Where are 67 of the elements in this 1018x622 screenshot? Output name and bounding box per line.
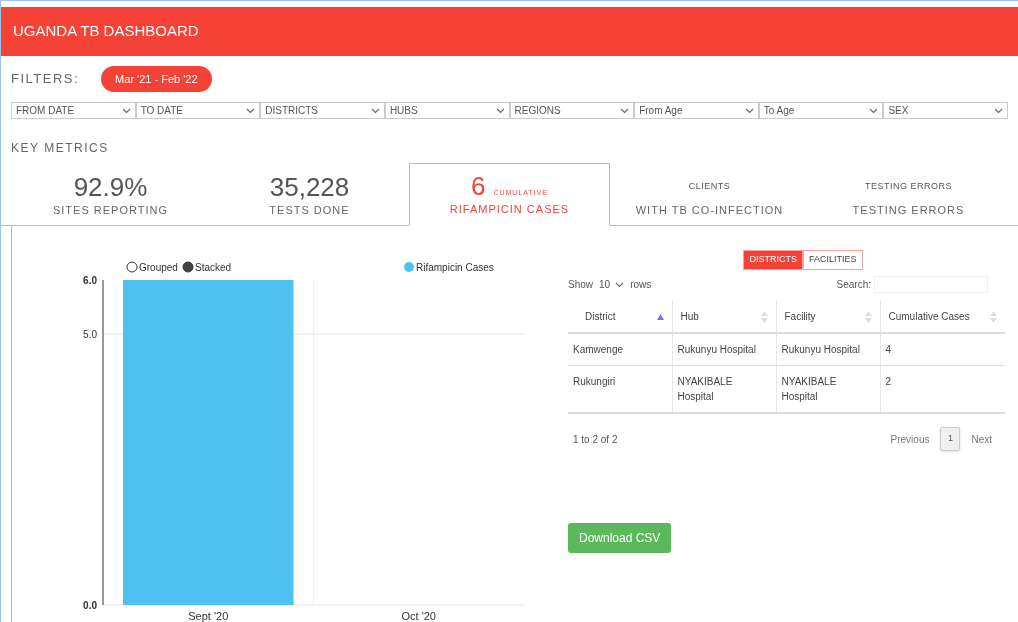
chevron-down-icon [495, 107, 505, 114]
metric-label: WITH TB CO-INFECTION [635, 202, 784, 218]
filter-dropdown[interactable]: To Age [758, 102, 884, 119]
table-cell: NYAKIBALE Hospital [672, 365, 776, 413]
dashboard-title: UGANDA TB DASHBOARD [13, 21, 199, 42]
metric-label: TESTS DONE [269, 202, 350, 218]
view-toggle[interactable]: DISTRICTS [743, 250, 803, 270]
chevron-down-icon [246, 107, 256, 114]
y-tick-label: 0.0 [83, 600, 97, 611]
section-title: KEY METRICS [11, 141, 109, 155]
chevron-down-icon [615, 281, 625, 288]
metric-label: TESTING ERRORS [852, 202, 965, 218]
table-cell: 2 [880, 365, 1005, 413]
radio-label[interactable]: Grouped [139, 262, 178, 273]
metric-tab[interactable]: 35,228 TESTS DONE [210, 163, 409, 226]
column-header[interactable]: District [568, 301, 672, 333]
next-link[interactable]: Next [971, 431, 992, 447]
metric-note: TESTING ERRORS [865, 180, 952, 193]
date-range-pill[interactable]: Mar '21 - Feb '22 [101, 66, 212, 92]
chevron-down-icon [121, 107, 131, 114]
chevron-down-icon [994, 107, 1003, 114]
filter-dropdown[interactable]: HUBS [384, 102, 510, 119]
filter-dropdown[interactable]: TO DATE [135, 102, 261, 119]
filter-dropdown[interactable]: REGIONS [509, 102, 635, 119]
filter-dropdown[interactable]: SEX [883, 102, 1008, 119]
radio-button[interactable] [182, 261, 194, 273]
metric-value: 6 [470, 170, 486, 201]
show-label: Show [568, 278, 593, 292]
metric-tab[interactable]: 92.9% SITES REPORTING [11, 163, 210, 226]
table-info: 1 to 2 of 2 [573, 432, 618, 447]
metric-tab[interactable]: CLIENTS WITH TB CO-INFECTION [610, 163, 809, 226]
table-cell: Rukunyu Hospital [776, 333, 880, 366]
table-cell: Rukunyu Hospital [672, 333, 776, 366]
chevron-down-icon [744, 107, 754, 114]
legend-label: Rifampicin Cases [416, 262, 494, 273]
y-tick-label: 5.0 [83, 329, 97, 341]
column-header[interactable]: Facility [776, 301, 880, 333]
metric-label: RIFAMPICIN CASES [449, 201, 570, 217]
column-header[interactable]: Hub [672, 301, 776, 333]
filter-dropdown[interactable]: FROM DATE [11, 102, 136, 119]
view-toggle[interactable]: FACILITIES [803, 250, 863, 270]
y-tick-label: 6.0 [83, 275, 97, 286]
chevron-down-icon [370, 107, 380, 114]
previous-link[interactable]: Previous [890, 431, 930, 447]
radio-button[interactable] [126, 261, 138, 273]
rows-label: rows [630, 278, 652, 292]
chevron-down-icon [869, 107, 879, 114]
table-cell: NYAKIBALE Hospital [776, 365, 880, 413]
metric-note: CLIENTS [688, 180, 731, 193]
table-cell: Rukungiri [568, 365, 672, 413]
page-button[interactable]: 1 [940, 427, 961, 451]
metric-tab[interactable]: TESTING ERRORS TESTING ERRORS [809, 163, 1008, 226]
search-label: Search: [836, 278, 871, 292]
x-tick-label: Sept '20 [188, 610, 229, 622]
table-cell: 4 [880, 333, 1005, 366]
metric-label: SITES REPORTING [52, 202, 168, 218]
metric-value: 92.9% [73, 171, 148, 202]
filter-dropdown[interactable]: From Age [634, 102, 759, 119]
radio-label[interactable]: Stacked [195, 262, 232, 273]
filters-label: FILTERS: [11, 70, 80, 89]
page-size-select[interactable]: 10 [599, 277, 625, 292]
table-cell: Kamwenge [568, 333, 672, 366]
filter-dropdown[interactable]: DISTRICTS [260, 102, 385, 119]
column-header[interactable]: Cumulative Cases [880, 301, 1005, 333]
metric-value: 35,228 [269, 171, 350, 202]
chevron-down-icon [620, 107, 630, 114]
x-tick-label: Oct '20 [401, 610, 436, 622]
